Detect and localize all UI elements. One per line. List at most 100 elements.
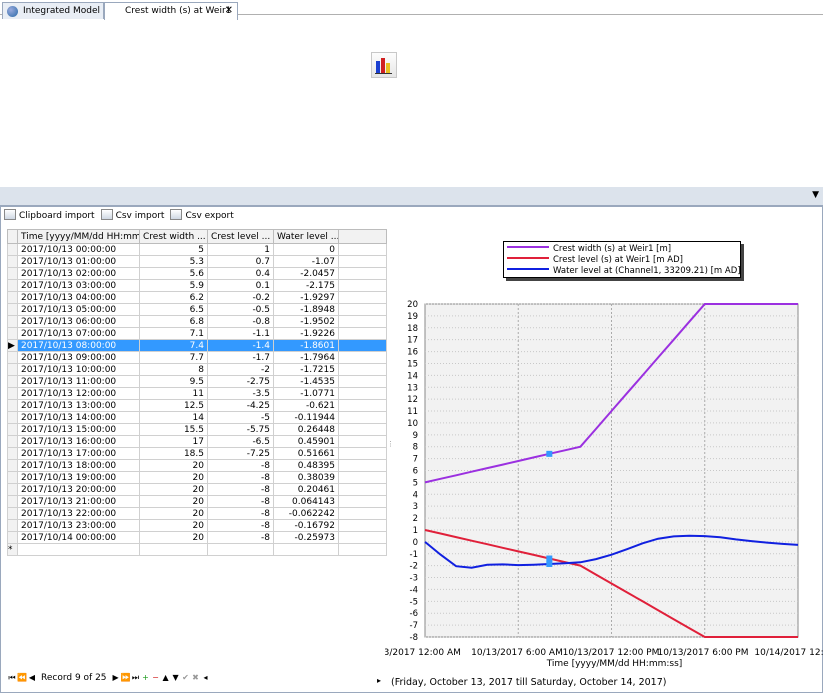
- table-row[interactable]: 2017/10/13 15:00:00 15.5 -5.75 0.26448: [7, 423, 387, 436]
- cell-water-level[interactable]: -0.25973: [273, 531, 339, 544]
- previous-page-icon[interactable]: ⏪: [17, 673, 27, 682]
- cell-crest-width[interactable]: 20: [139, 471, 208, 484]
- table-row[interactable]: 2017/10/13 13:00:00 12.5 -4.25 -0.621: [7, 399, 387, 412]
- cell-crest-level[interactable]: -8: [207, 483, 274, 496]
- row-indicator[interactable]: [7, 483, 18, 496]
- cell-crest-width[interactable]: 15.5: [139, 423, 208, 436]
- row-indicator[interactable]: ▶: [7, 339, 18, 352]
- cell-crest-width[interactable]: 7.7: [139, 351, 208, 364]
- cell-time[interactable]: 2017/10/13 11:00:00: [17, 375, 140, 388]
- cell-water-level[interactable]: -0.621: [273, 399, 339, 412]
- table-row[interactable]: 2017/10/13 21:00:00 20 -8 0.064143: [7, 495, 387, 508]
- cell-crest-level[interactable]: 0.4: [207, 267, 274, 280]
- data-grid[interactable]: Time [yyyy/MM/dd HH:mm:ss] Crest width .…: [7, 229, 387, 556]
- next-record-icon[interactable]: ▶: [111, 673, 121, 682]
- cell-water-level[interactable]: -2.0457: [273, 267, 339, 280]
- table-row[interactable]: 2017/10/14 00:00:00 20 -8 -0.25973: [7, 531, 387, 544]
- cell-time[interactable]: 2017/10/13 02:00:00: [17, 267, 140, 280]
- cell-crest-width[interactable]: 20: [139, 507, 208, 520]
- tab-integrated-model[interactable]: Integrated Model: [2, 2, 104, 19]
- time-series-chart[interactable]: 20191817161514131211109876543210-1-2-3-4…: [385, 285, 823, 671]
- cell-time[interactable]: 2017/10/14 00:00:00: [17, 531, 140, 544]
- cell-crest-level[interactable]: -8: [207, 459, 274, 472]
- cell-crest-width[interactable]: 5.6: [139, 267, 208, 280]
- row-indicator[interactable]: [7, 495, 18, 508]
- table-row[interactable]: 2017/10/13 00:00:00 5 1 0: [7, 243, 387, 256]
- first-record-icon[interactable]: ⏮: [7, 673, 17, 683]
- tab-crest-width[interactable]: Crest width (s) at Weir1 ✕: [104, 2, 238, 20]
- cell-crest-width[interactable]: 14: [139, 411, 208, 424]
- row-indicator[interactable]: [7, 411, 18, 424]
- table-row[interactable]: 2017/10/13 09:00:00 7.7 -1.7 -1.7964: [7, 351, 387, 364]
- cell-crest-level[interactable]: -1.1: [207, 327, 274, 340]
- row-indicator[interactable]: [7, 471, 18, 484]
- cell-crest-width[interactable]: 6.8: [139, 315, 208, 328]
- row-indicator[interactable]: [7, 375, 18, 388]
- end-edit-icon[interactable]: ✔: [181, 673, 191, 682]
- cell-time[interactable]: 2017/10/13 08:00:00: [17, 339, 140, 352]
- cell-crest-width[interactable]: 18.5: [139, 447, 208, 460]
- cell-water-level[interactable]: -0.11944: [273, 411, 339, 424]
- cell-crest-level[interactable]: -8: [207, 531, 274, 544]
- cell-crest-width[interactable]: 6.2: [139, 291, 208, 304]
- row-indicator[interactable]: [7, 435, 18, 448]
- table-row[interactable]: 2017/10/13 19:00:00 20 -8 0.38039: [7, 471, 387, 484]
- table-row[interactable]: 2017/10/13 18:00:00 20 -8 0.48395: [7, 459, 387, 472]
- table-row[interactable]: 2017/10/13 14:00:00 14 -5 -0.11944: [7, 411, 387, 424]
- row-indicator[interactable]: [7, 327, 18, 340]
- cell-time[interactable]: 2017/10/13 20:00:00: [17, 483, 140, 496]
- cancel-edit-icon[interactable]: ✖: [191, 673, 201, 682]
- csv-import-button[interactable]: Csv import: [100, 209, 164, 221]
- cell-crest-level[interactable]: -0.8: [207, 315, 274, 328]
- cell-crest-width[interactable]: 5.9: [139, 279, 208, 292]
- row-indicator[interactable]: [7, 531, 18, 544]
- cell-crest-width[interactable]: 9.5: [139, 375, 208, 388]
- cell-water-level[interactable]: 0.45901: [273, 435, 339, 448]
- row-indicator[interactable]: [7, 387, 18, 400]
- cell-crest-width[interactable]: 17: [139, 435, 208, 448]
- table-row[interactable]: 2017/10/13 22:00:00 20 -8 -0.062242: [7, 507, 387, 520]
- table-row[interactable]: 2017/10/13 05:00:00 6.5 -0.5 -1.8948: [7, 303, 387, 316]
- cell-time[interactable]: 2017/10/13 10:00:00: [17, 363, 140, 376]
- cell-time[interactable]: 2017/10/13 09:00:00: [17, 351, 140, 364]
- cell-crest-width[interactable]: [139, 543, 208, 556]
- cell-crest-level[interactable]: 0.1: [207, 279, 274, 292]
- cell-time[interactable]: 2017/10/13 16:00:00: [17, 435, 140, 448]
- cell-water-level[interactable]: -1.4535: [273, 375, 339, 388]
- cell-crest-level[interactable]: -7.25: [207, 447, 274, 460]
- cell-time[interactable]: 2017/10/13 14:00:00: [17, 411, 140, 424]
- cell-crest-width[interactable]: 20: [139, 495, 208, 508]
- cell-water-level[interactable]: 0.26448: [273, 423, 339, 436]
- cell-water-level[interactable]: -0.16792: [273, 519, 339, 532]
- cell-crest-width[interactable]: 12.5: [139, 399, 208, 412]
- cell-time[interactable]: 2017/10/13 05:00:00: [17, 303, 140, 316]
- table-row[interactable]: 2017/10/13 16:00:00 17 -6.5 0.45901: [7, 435, 387, 448]
- cell-crest-width[interactable]: 20: [139, 459, 208, 472]
- row-indicator[interactable]: [7, 315, 18, 328]
- cell-water-level[interactable]: -1.9297: [273, 291, 339, 304]
- cell-crest-width[interactable]: 7.4: [139, 339, 208, 352]
- table-row[interactable]: 2017/10/13 06:00:00 6.8 -0.8 -1.9502: [7, 315, 387, 328]
- cell-crest-level[interactable]: 1: [207, 243, 274, 256]
- cell-time[interactable]: 2017/10/13 03:00:00: [17, 279, 140, 292]
- cell-crest-level[interactable]: -6.5: [207, 435, 274, 448]
- clipboard-import-button[interactable]: Clipboard import: [4, 209, 95, 221]
- cell-water-level[interactable]: 0.064143: [273, 495, 339, 508]
- scroll-right-icon[interactable]: ▸: [377, 676, 381, 685]
- cell-crest-width[interactable]: 5: [139, 243, 208, 256]
- cell-crest-level[interactable]: -1.4: [207, 339, 274, 352]
- cell-water-level[interactable]: 0: [273, 243, 339, 256]
- cell-crest-width[interactable]: 20: [139, 519, 208, 532]
- cell-time[interactable]: 2017/10/13 12:00:00: [17, 387, 140, 400]
- move-down-icon[interactable]: ▼: [171, 673, 181, 682]
- cell-time[interactable]: 2017/10/13 04:00:00: [17, 291, 140, 304]
- new-row[interactable]: *: [7, 543, 387, 556]
- cell-crest-width[interactable]: 5.3: [139, 255, 208, 268]
- cell-crest-level[interactable]: -8: [207, 519, 274, 532]
- cell-crest-level[interactable]: -2: [207, 363, 274, 376]
- column-header-time[interactable]: Time [yyyy/MM/dd HH:mm:ss]: [17, 229, 140, 244]
- cell-time[interactable]: 2017/10/13 19:00:00: [17, 471, 140, 484]
- cell-crest-level[interactable]: -8: [207, 495, 274, 508]
- tab-list-dropdown-icon[interactable]: ▼: [812, 190, 819, 200]
- cell-water-level[interactable]: -1.8601: [273, 339, 339, 352]
